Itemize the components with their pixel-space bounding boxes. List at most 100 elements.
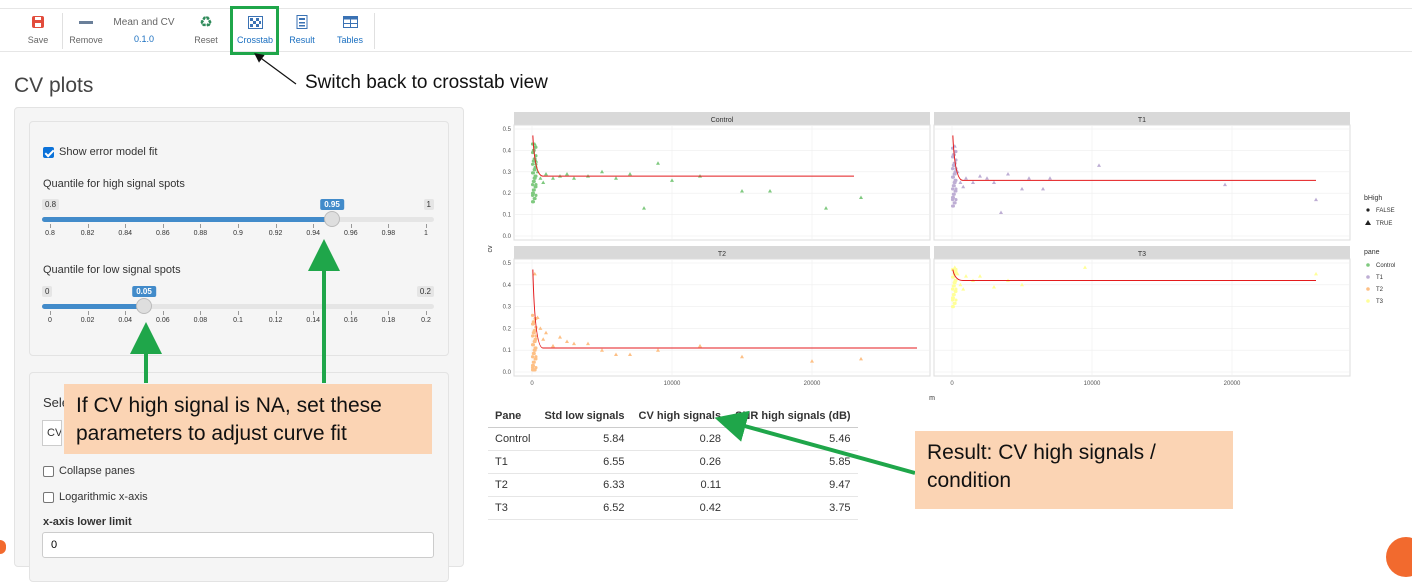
tables-label: Tables <box>336 35 363 45</box>
panel-background <box>933 258 1351 377</box>
slider-tick <box>388 224 390 228</box>
slider-min-label: 0.8 <box>42 199 60 210</box>
table-row: Control 5.84 0.28 5.46 <box>488 427 858 451</box>
low-quantile-label: Quantile for low signal spots <box>43 264 181 276</box>
slider-tick <box>87 224 89 228</box>
slider-tick-label: 0.88 <box>193 230 208 237</box>
slider-tick-label: 0.94 <box>306 230 320 237</box>
slider-tick-label: 0.84 <box>118 230 132 237</box>
slider-handle[interactable] <box>324 211 340 227</box>
table-cell: 3.75 <box>728 496 858 520</box>
save-button[interactable]: Save <box>26 13 50 51</box>
data-point <box>534 193 538 197</box>
slider-tick-label: 0.04 <box>118 317 132 324</box>
data-point <box>531 363 535 368</box>
table-header-cell: SNR high signals (dB) <box>728 405 858 428</box>
data-point <box>531 191 535 195</box>
legend-marker <box>1366 275 1370 279</box>
slider-tick-label: 0 <box>48 317 52 324</box>
y-tick-label: 0.5 <box>503 127 512 133</box>
slider-fill <box>42 217 332 222</box>
slider-tick-label: 0.2 <box>421 317 431 324</box>
checkbox-checked[interactable] <box>43 146 54 158</box>
data-point <box>954 189 958 193</box>
chat-icon[interactable] <box>1386 537 1412 577</box>
slider-value-label: 0.95 <box>320 199 344 210</box>
legend-item: T2 <box>1376 287 1384 293</box>
high-quantile-slider[interactable]: 0.8 1 0.95 0.8 0.82 0.84 0.86 0.88 0.9 0.92 0.94 0.… <box>42 199 434 239</box>
slider-min-label: 0 <box>42 286 53 297</box>
legend-item: FALSE <box>1376 208 1395 214</box>
slider-tick <box>388 311 390 315</box>
data-point <box>532 188 536 192</box>
table-cell: 6.33 <box>537 473 632 497</box>
result-label: Result <box>289 35 315 45</box>
data-point <box>533 368 537 372</box>
result-callout: Result: CV high signals / condition <box>915 431 1233 509</box>
side-widget[interactable] <box>0 540 6 554</box>
save-label: Save <box>27 35 49 45</box>
remove-button[interactable]: Remove <box>68 13 104 51</box>
data-point <box>530 334 535 338</box>
slider-tick <box>125 311 127 315</box>
legend-marker <box>1365 220 1371 225</box>
slider-tick <box>350 311 352 315</box>
panel-title: T2 <box>718 251 726 258</box>
step-version[interactable]: 0.1.0 <box>134 34 154 44</box>
slider-tick-label: 0.18 <box>381 317 396 324</box>
slider-value-label: 0.05 <box>132 286 156 297</box>
table-row: T1 6.55 0.26 5.85 <box>488 450 858 474</box>
slider-tick <box>350 224 352 228</box>
toolbar-separator <box>374 13 375 49</box>
panel-background <box>513 124 931 241</box>
table-cell: 0.26 <box>631 450 729 474</box>
recycle-icon: ♻ <box>199 14 213 31</box>
y-tick-label: 0.5 <box>503 261 512 267</box>
slider-tick <box>238 311 239 315</box>
x-lower-limit-label: x-axis lower limit <box>43 516 132 528</box>
x-tick-label: 0 <box>530 381 534 387</box>
data-point <box>531 171 535 175</box>
y-tick-label: 0.4 <box>503 283 512 289</box>
checkbox-unchecked[interactable] <box>43 465 54 477</box>
cv-scatter-plot: Control 0.0 0.1 0.2 0.3 0.4 0.5 T1 T2 0.0 0.1 0.2 0.… <box>487 112 1395 402</box>
y-tick-label: 0.4 <box>503 148 512 154</box>
panel-title: T1 <box>1138 117 1146 124</box>
result-button[interactable]: Result <box>288 13 316 51</box>
table-cell: T2 <box>488 473 538 497</box>
panel-background <box>513 258 931 377</box>
tables-button[interactable]: Tables <box>334 13 366 51</box>
legend-title: bHigh <box>1364 195 1382 202</box>
table-cell: 0.11 <box>631 473 729 497</box>
table-cell: 6.52 <box>537 496 632 520</box>
measure-select[interactable]: CV <box>42 420 62 446</box>
x-tick-label: 10000 <box>664 381 681 387</box>
data-point <box>534 346 538 350</box>
x-lower-limit-input[interactable] <box>42 532 434 558</box>
table-row: T2 6.33 0.11 9.47 <box>488 473 858 497</box>
table-cell: 9.47 <box>728 473 858 497</box>
data-point <box>953 301 957 305</box>
reset-label: Reset <box>194 35 218 45</box>
params-callout: If CV high signal is NA, set these param… <box>64 384 432 454</box>
x-tick-label: 20000 <box>804 381 821 387</box>
data-point <box>954 298 958 302</box>
slider-tick-label: 0.92 <box>268 230 283 237</box>
log-x-axis-label: Logarithmic x-axis <box>59 491 148 503</box>
legend-title: pane <box>1364 249 1380 256</box>
data-point <box>532 179 536 184</box>
slider-tick <box>275 311 277 315</box>
data-point <box>954 178 958 182</box>
data-point <box>534 145 538 149</box>
log-x-axis-checkbox[interactable]: Logarithmic x-axis <box>43 491 148 503</box>
y-tick-label: 0.1 <box>503 213 512 219</box>
low-quantile-slider[interactable]: 0 0.2 0.05 0 0.02 0.04 0.06 0.08 0.1 0.12 0.14 0.16… <box>42 286 434 326</box>
slider-handle[interactable] <box>136 298 152 314</box>
reset-button[interactable]: ♻ Reset <box>192 13 220 51</box>
data-point <box>531 343 535 347</box>
checkbox-unchecked[interactable] <box>43 491 54 503</box>
show-error-model-fit-checkbox[interactable]: Show error model fit <box>43 146 157 158</box>
slider-tick-label: 0.82 <box>80 230 95 237</box>
collapse-panes-checkbox[interactable]: Collapse panes <box>43 465 135 477</box>
y-tick-label: 0.2 <box>503 326 512 332</box>
